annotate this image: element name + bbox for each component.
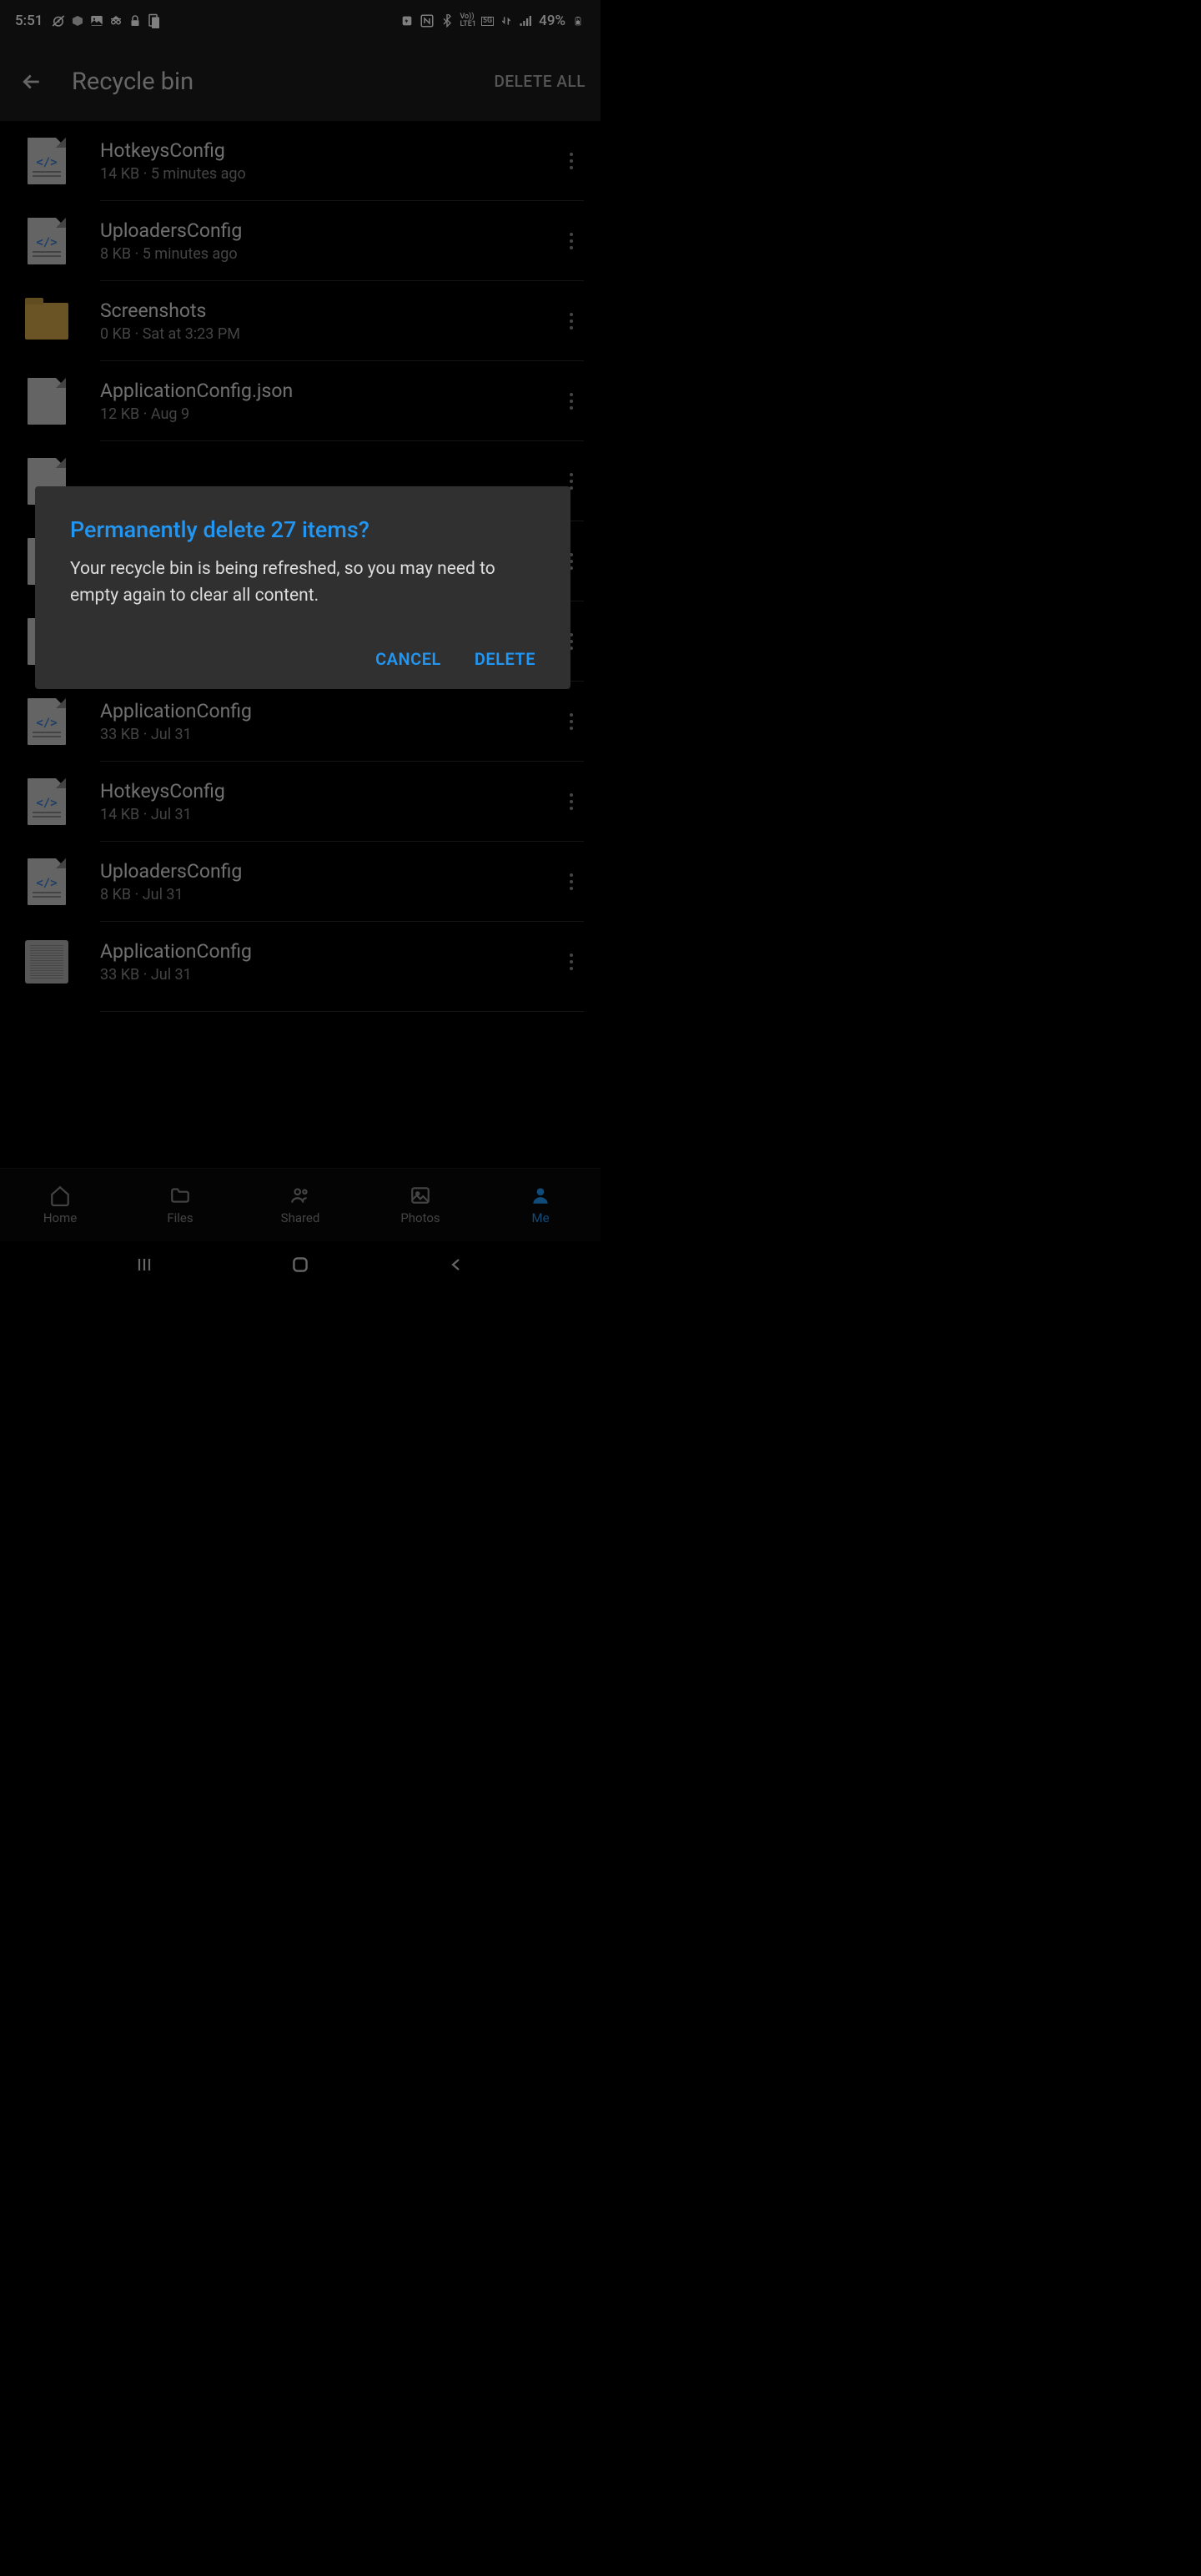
dialog-overlay[interactable]: Permanently delete 27 items? Your recycl… — [0, 0, 600, 1288]
confirm-dialog: Permanently delete 27 items? Your recycl… — [35, 486, 570, 689]
dialog-title: Permanently delete 27 items? — [70, 516, 535, 543]
cancel-button[interactable]: CANCEL — [375, 649, 441, 669]
dialog-actions: CANCEL DELETE — [70, 649, 535, 669]
delete-button[interactable]: DELETE — [475, 649, 535, 669]
dialog-body: Your recycle bin is being refreshed, so … — [70, 556, 535, 609]
